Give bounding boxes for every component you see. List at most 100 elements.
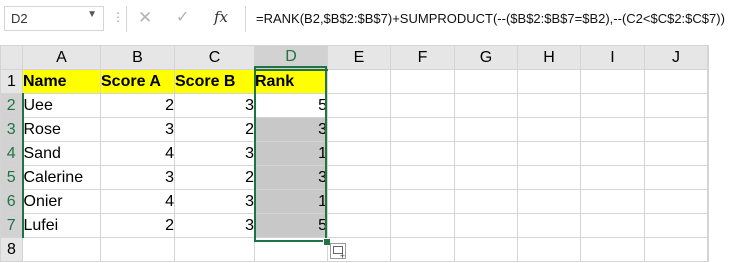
- cell[interactable]: [327, 117, 391, 142]
- cell[interactable]: [580, 93, 645, 118]
- cell-rank[interactable]: 3: [254, 117, 328, 142]
- cell-name[interactable]: Calerine: [22, 165, 101, 190]
- cell-score-b[interactable]: 3: [174, 189, 255, 214]
- cell[interactable]: [390, 93, 455, 118]
- cell[interactable]: [517, 69, 581, 94]
- cell[interactable]: [390, 237, 455, 262]
- cell[interactable]: [580, 117, 645, 142]
- cell[interactable]: [517, 189, 581, 214]
- cell[interactable]: [644, 213, 708, 238]
- header-score-b[interactable]: Score B: [174, 69, 255, 94]
- cell[interactable]: [390, 117, 455, 142]
- cell-score-a[interactable]: 2: [100, 93, 175, 118]
- cell-name[interactable]: Sand: [22, 141, 101, 166]
- select-all-corner[interactable]: [0, 45, 23, 70]
- cell[interactable]: [580, 189, 645, 214]
- cell[interactable]: [580, 141, 645, 166]
- cell[interactable]: [100, 237, 175, 262]
- cell-name[interactable]: Uee: [22, 93, 101, 118]
- name-box[interactable]: D2 ▼: [4, 6, 104, 31]
- cell[interactable]: [327, 69, 391, 94]
- cell[interactable]: [454, 141, 518, 166]
- column-header-g[interactable]: G: [454, 45, 518, 70]
- cell[interactable]: [390, 141, 455, 166]
- cell[interactable]: [644, 93, 708, 118]
- cell[interactable]: [454, 213, 518, 238]
- cell[interactable]: [390, 165, 455, 190]
- cell[interactable]: [517, 165, 581, 190]
- cell[interactable]: [454, 189, 518, 214]
- cell[interactable]: [707, 189, 709, 214]
- row-header-4[interactable]: 4: [0, 141, 24, 166]
- cell[interactable]: [174, 237, 255, 262]
- cell-rank[interactable]: 3: [254, 165, 328, 190]
- row-header-3[interactable]: 3: [0, 117, 24, 142]
- cell[interactable]: [644, 189, 708, 214]
- cell[interactable]: [327, 213, 391, 238]
- cell-rank[interactable]: 5: [254, 213, 328, 238]
- header-rank[interactable]: Rank: [254, 69, 328, 94]
- cell-score-a[interactable]: 3: [100, 117, 175, 142]
- cell[interactable]: [644, 165, 708, 190]
- cell[interactable]: [254, 237, 328, 262]
- row-header-1[interactable]: 1: [0, 69, 23, 94]
- cell-score-b[interactable]: 3: [174, 213, 255, 238]
- cell-name[interactable]: Onier: [22, 189, 101, 214]
- cell-score-a[interactable]: 3: [100, 165, 175, 190]
- cell-score-a[interactable]: 4: [100, 141, 175, 166]
- cell[interactable]: [644, 117, 708, 142]
- cell[interactable]: [517, 117, 581, 142]
- cell[interactable]: [644, 237, 708, 262]
- cell[interactable]: [517, 213, 581, 238]
- row-header-6[interactable]: 6: [0, 189, 24, 214]
- column-header-k[interactable]: [707, 45, 709, 70]
- cell-score-b[interactable]: 2: [174, 165, 255, 190]
- cell[interactable]: [707, 165, 709, 190]
- cell-rank[interactable]: 5: [254, 93, 328, 118]
- cell[interactable]: [454, 93, 518, 118]
- column-header-j[interactable]: J: [644, 45, 708, 70]
- cell-score-a[interactable]: 2: [100, 213, 175, 238]
- header-name[interactable]: Name: [22, 69, 101, 94]
- column-header-i[interactable]: I: [580, 45, 645, 70]
- cell[interactable]: [517, 237, 581, 262]
- cell[interactable]: [644, 141, 708, 166]
- cell[interactable]: [580, 213, 645, 238]
- cell[interactable]: [707, 237, 709, 262]
- cell[interactable]: [390, 69, 455, 94]
- cell[interactable]: [454, 165, 518, 190]
- row-header-2[interactable]: 2: [0, 93, 24, 118]
- row-header-7[interactable]: 7: [0, 213, 24, 238]
- cell[interactable]: [580, 237, 645, 262]
- row-header-8[interactable]: 8: [0, 237, 23, 262]
- cell[interactable]: [390, 189, 455, 214]
- column-header-d[interactable]: D: [254, 45, 328, 71]
- cell[interactable]: [707, 93, 709, 118]
- column-header-b[interactable]: B: [100, 45, 175, 70]
- cell[interactable]: [707, 69, 709, 94]
- cell[interactable]: [327, 93, 391, 118]
- insert-function-icon[interactable]: fx: [214, 8, 228, 26]
- quick-analysis-icon[interactable]: [330, 243, 346, 261]
- cell[interactable]: [580, 69, 645, 94]
- row-header-5[interactable]: 5: [0, 165, 24, 190]
- cell-score-b[interactable]: 3: [174, 93, 255, 118]
- cell[interactable]: [327, 189, 391, 214]
- cell[interactable]: [454, 117, 518, 142]
- cell-rank[interactable]: 1: [254, 141, 328, 166]
- cell-name[interactable]: Rose: [22, 117, 101, 142]
- cell[interactable]: [454, 237, 518, 262]
- cell-score-b[interactable]: 2: [174, 117, 255, 142]
- enter-icon[interactable]: ✓: [176, 7, 189, 27]
- cell-name[interactable]: Lufei: [22, 213, 101, 238]
- cell[interactable]: [517, 93, 581, 118]
- column-header-f[interactable]: F: [390, 45, 455, 70]
- cell[interactable]: [454, 69, 518, 94]
- cell[interactable]: [390, 213, 455, 238]
- cell-score-a[interactable]: 4: [100, 189, 175, 214]
- cell[interactable]: [707, 141, 709, 166]
- cell[interactable]: [327, 165, 391, 190]
- column-header-h[interactable]: H: [517, 45, 581, 70]
- column-header-c[interactable]: C: [174, 45, 255, 70]
- resize-handle-icon[interactable]: ⋮: [112, 10, 125, 24]
